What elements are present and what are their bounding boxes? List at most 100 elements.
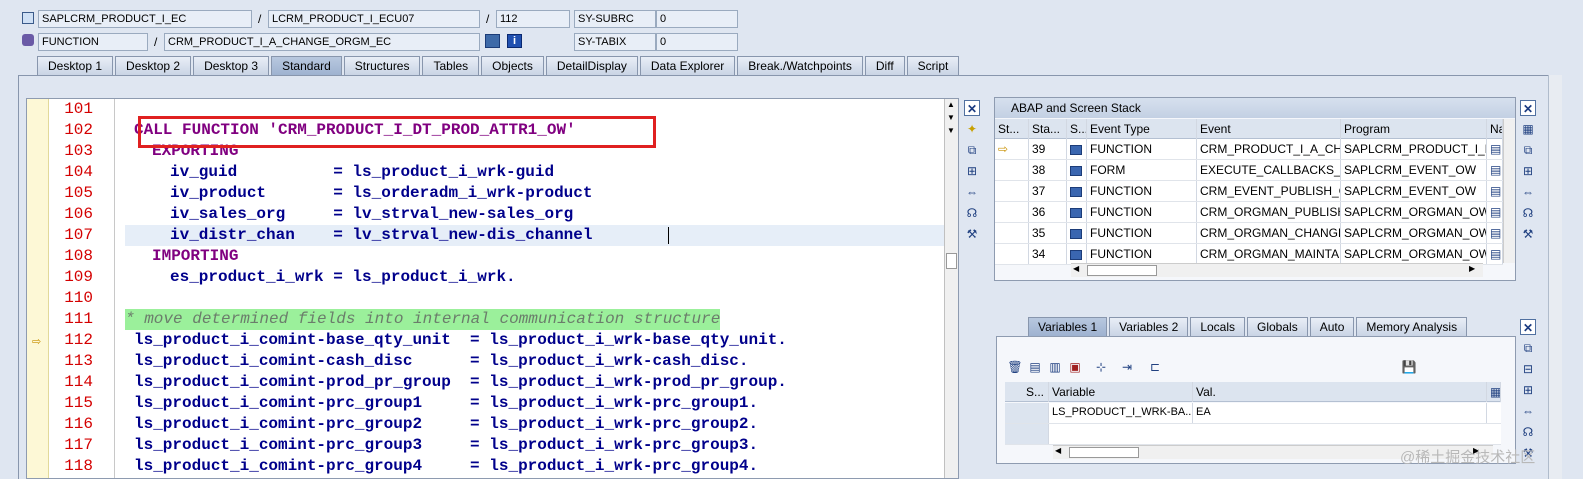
tab-variables-2[interactable]: Variables 2: [1109, 317, 1189, 336]
tab-globals[interactable]: Globals: [1247, 317, 1308, 336]
code-line[interactable]: 112 ls_product_i_comint-base_qty_unit = l…: [27, 330, 958, 351]
split-icon[interactable]: ⧉: [1520, 340, 1536, 356]
col-header[interactable]: Val.: [1193, 382, 1487, 402]
right-scrollbar[interactable]: [1548, 75, 1562, 479]
tab-auto[interactable]: Auto: [1309, 317, 1355, 336]
tab-desktop-3[interactable]: Desktop 3: [193, 56, 270, 75]
table-row[interactable]: [1005, 424, 1501, 445]
tab-watchpoints[interactable]: Break./Watchpoints: [737, 56, 863, 75]
include-field[interactable]: LCRM_PRODUCT_I_ECU07: [268, 10, 480, 28]
col-header[interactable]: S...: [1023, 382, 1049, 402]
sysval-field-1[interactable]: 0: [656, 10, 738, 28]
col-header[interactable]: Variable: [1049, 382, 1193, 402]
copy-icon[interactable]: ▥: [1047, 359, 1063, 375]
delete-icon[interactable]: 🗑: [1007, 359, 1023, 375]
editor-scrollbar[interactable]: ▲ ▼ ▼: [944, 99, 958, 478]
code-line[interactable]: 107 iv_distr_chan = lv_strval_new-dis_cha…: [27, 225, 958, 246]
table-row[interactable]: 36 FUNCTION CRM_ORGMAN_PUBLISH... SAPLCRM_O…: [995, 202, 1503, 223]
resize-icon[interactable]: ⇔: [1520, 184, 1536, 200]
tab-standard[interactable]: Standard: [271, 56, 342, 75]
scroll-top-icon[interactable]: ▼: [947, 113, 955, 122]
var-name[interactable]: LS_PRODUCT_I_WRK-BA...: [1049, 403, 1193, 423]
close-icon[interactable]: ✕: [1520, 100, 1536, 116]
folder-icon[interactable]: ⊏: [1147, 359, 1163, 375]
layout-icon[interactable]: ▦: [1487, 382, 1501, 402]
code-line[interactable]: 118 ls_product_i_comint-prc_group4 = ls_p…: [27, 456, 958, 477]
line-field[interactable]: 112: [496, 10, 570, 28]
table-row[interactable]: 37 FUNCTIONCRM_EVENT_PUBLISH_O...SAPLCRM_…: [995, 181, 1503, 202]
split-icon[interactable]: ⧉: [964, 142, 980, 158]
table-row[interactable]: 35 FUNCTION CRM_ORGMAN_CHANGE... SAPLCRM_OR…: [995, 223, 1503, 244]
code-line[interactable]: 104 iv_guid = ls_product_i_wrk-guid: [27, 162, 958, 183]
code-line[interactable]: 116 ls_product_i_comint-prc_group2 = ls_p…: [27, 414, 958, 435]
maximize-icon[interactable]: ⊞: [1520, 382, 1536, 398]
headset-icon[interactable]: ☊: [964, 205, 980, 221]
tab-variables-1[interactable]: Variables 1: [1028, 317, 1108, 336]
tools-icon[interactable]: ⚒: [964, 226, 980, 242]
display-icon[interactable]: [485, 34, 500, 48]
sysval-field-2[interactable]: 0: [656, 33, 738, 51]
stack-vscroll[interactable]: [1503, 119, 1515, 263]
scroll-right-icon[interactable]: ▶: [1469, 264, 1475, 273]
code-line[interactable]: 109 es_product_i_wrk = ls_product_i_wrk.: [27, 267, 958, 288]
navigate-icon[interactable]: ▤: [1487, 223, 1503, 243]
code-line[interactable]: 105 iv_product = ls_orderadm_i_wrk-produc…: [27, 183, 958, 204]
scroll-thumb[interactable]: [1087, 265, 1157, 276]
save-icon[interactable]: ▣: [1067, 359, 1083, 375]
col-header[interactable]: Program: [1341, 119, 1487, 139]
stack-hscroll[interactable]: ◀ ▶: [1071, 263, 1483, 277]
tab-diff[interactable]: Diff: [864, 56, 905, 75]
scroll-left-icon[interactable]: ◀: [1073, 264, 1079, 273]
scroll-thumb[interactable]: [1069, 447, 1139, 458]
navigate-icon[interactable]: ▤: [1487, 202, 1503, 222]
table-row[interactable]: 34 FUNCTION CRM_ORGMAN_MAINTAI... SAPLCRM_O…: [995, 244, 1503, 265]
tab-desktop-1[interactable]: Desktop 1: [37, 56, 114, 75]
table-row[interactable]: 38 FORMEXECUTE_CALLBACKS_A...SAPLCRM_EVEN…: [995, 160, 1503, 181]
sysvar-field-1[interactable]: SY-SUBRC: [574, 10, 656, 28]
tree-icon[interactable]: ⊹: [1093, 359, 1109, 375]
navigate-icon[interactable]: ▤: [1487, 139, 1503, 159]
table-row[interactable]: ⇨ 39 FUNCTION CRM_PRODUCT_I_A_CH... SAPLCRM_…: [995, 139, 1503, 160]
close-icon[interactable]: ✕: [1520, 319, 1536, 335]
resize-icon[interactable]: ⇔: [964, 184, 980, 200]
tab-objects[interactable]: Objects: [481, 56, 544, 75]
table-row[interactable]: LS_PRODUCT_I_WRK-BA... EA: [1005, 403, 1501, 424]
col-header[interactable]: Event Type: [1087, 119, 1197, 139]
tab-data-explorer[interactable]: Data Explorer: [639, 56, 736, 75]
headset-icon[interactable]: ☊: [1520, 424, 1536, 440]
scroll-up2-icon[interactable]: ▼: [947, 126, 955, 135]
name-field[interactable]: CRM_PRODUCT_I_A_CHANGE_ORGM_EC: [164, 33, 480, 51]
code-line[interactable]: 113 ls_product_i_comint-cash_disc = ls_pr…: [27, 351, 958, 372]
split-icon[interactable]: ⧉: [1520, 142, 1536, 158]
tab-desktop-2[interactable]: Desktop 2: [115, 56, 192, 75]
col-header[interactable]: S...: [1067, 119, 1087, 139]
scroll-thumb[interactable]: [946, 253, 957, 269]
new-icon[interactable]: ✦: [964, 121, 980, 137]
navigate-icon[interactable]: ▤: [1487, 244, 1503, 264]
code-line[interactable]: 106 iv_sales_org = lv_strval_new-sales_or…: [27, 204, 958, 225]
code-line[interactable]: 114 ls_product_i_comint-prod_pr_group = l…: [27, 372, 958, 393]
export-icon[interactable]: ⇥: [1119, 359, 1135, 375]
var-value[interactable]: EA: [1193, 403, 1487, 423]
maximize-icon[interactable]: ⊞: [964, 163, 980, 179]
navigate-icon[interactable]: ▤: [1487, 160, 1503, 180]
code-line[interactable]: 108 IMPORTING: [27, 246, 958, 267]
resize-icon[interactable]: ⇔: [1520, 403, 1536, 419]
row-selector[interactable]: [1005, 424, 1049, 444]
code-line[interactable]: 117 ls_product_i_comint-prc_group3 = ls_p…: [27, 435, 958, 456]
tab-structures[interactable]: Structures: [343, 56, 421, 75]
navigate-icon[interactable]: ▤: [1487, 181, 1503, 201]
code-line[interactable]: 111 * move determined fields into interna…: [27, 309, 958, 330]
tab-locals[interactable]: Locals: [1190, 317, 1245, 336]
maximize-icon[interactable]: ⊞: [1520, 163, 1536, 179]
tools-icon[interactable]: ⚒: [1520, 226, 1536, 242]
program-field[interactable]: SAPLCRM_PRODUCT_I_EC: [38, 10, 252, 28]
tab-tables[interactable]: Tables: [422, 56, 480, 75]
tab-memory-analysis[interactable]: Memory Analysis: [1356, 317, 1468, 336]
tab-script[interactable]: Script: [906, 56, 960, 75]
detail-icon[interactable]: ▤: [1027, 359, 1043, 375]
close-icon[interactable]: ✕: [964, 100, 980, 116]
col-header[interactable]: Na: [1487, 119, 1503, 139]
scroll-left-icon[interactable]: ◀: [1055, 446, 1061, 455]
sysvar-field-2[interactable]: SY-TABIX: [574, 33, 656, 51]
